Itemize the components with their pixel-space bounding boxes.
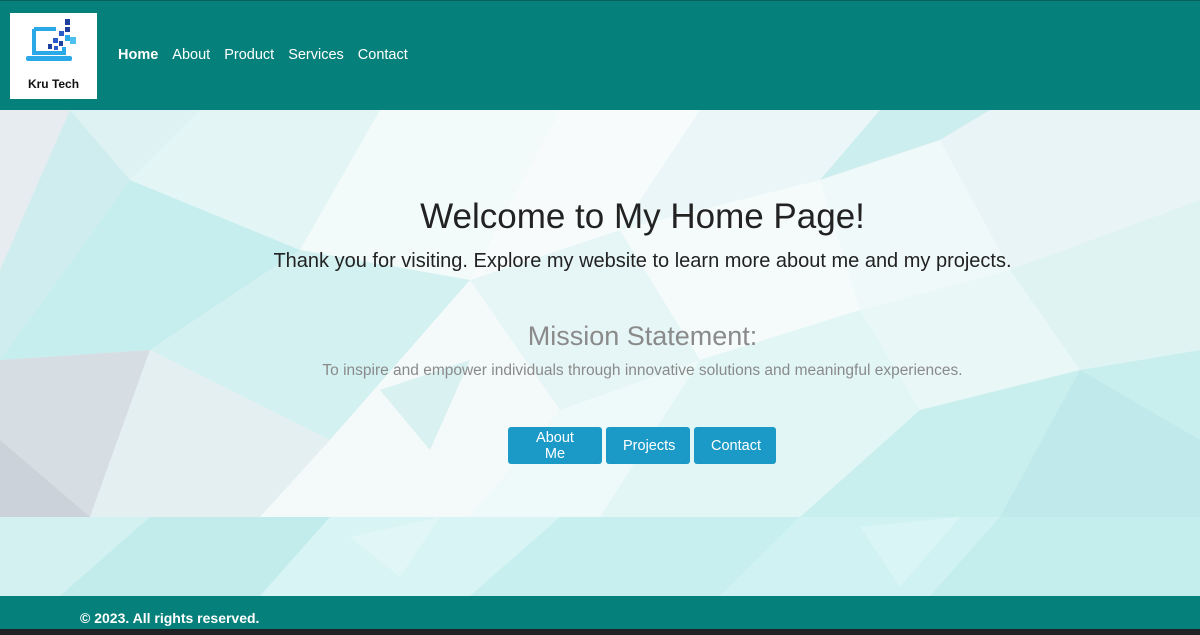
decorative-band xyxy=(0,517,1200,596)
logo-text: Kru Tech xyxy=(27,77,80,91)
site-footer: © 2023. All rights reserved. xyxy=(0,596,1200,629)
hero-buttons: About Me Projects Contact xyxy=(508,427,776,464)
decorative-background xyxy=(0,517,1200,596)
nav-about[interactable]: About xyxy=(172,47,210,63)
hero-section: Welcome to My Home Page! Thank you for v… xyxy=(0,110,1200,517)
hero-content: Welcome to My Home Page! Thank you for v… xyxy=(0,110,1200,517)
mission-title: Mission Statement: xyxy=(527,321,758,351)
contact-button[interactable]: Contact xyxy=(694,427,776,464)
nav-home[interactable]: Home xyxy=(118,47,158,63)
mission-text: To inspire and empower individuals throu… xyxy=(322,362,963,379)
nav-product[interactable]: Product xyxy=(224,47,274,63)
projects-button[interactable]: Projects xyxy=(606,427,690,464)
main-nav: Home About Product Services Contact xyxy=(118,47,408,63)
page-title: Welcome to My Home Page! xyxy=(420,197,865,236)
logo[interactable]: Kru Tech xyxy=(10,13,97,99)
bottom-strip xyxy=(0,629,1200,635)
copyright-text: © 2023. All rights reserved. xyxy=(80,610,260,626)
hero-subtitle: Thank you for visiting. Explore my websi… xyxy=(273,250,1012,272)
about-me-button[interactable]: About Me xyxy=(508,427,602,464)
nav-services[interactable]: Services xyxy=(288,47,344,63)
nav-contact[interactable]: Contact xyxy=(358,47,408,63)
site-header: Kru Tech Home About Product Services Con… xyxy=(0,0,1200,110)
